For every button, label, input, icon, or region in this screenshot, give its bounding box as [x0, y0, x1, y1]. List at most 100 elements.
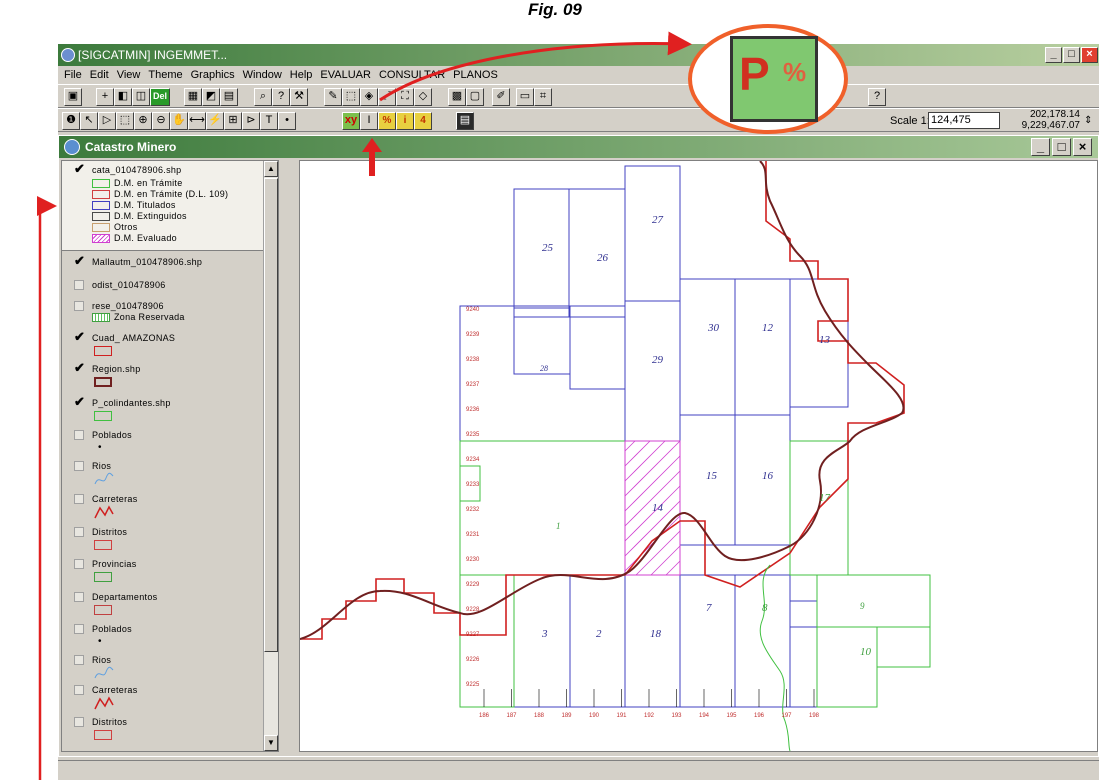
theme-carreteras-2[interactable]: Carreteras — [62, 685, 264, 715]
theme-poblados[interactable]: Poblados • — [62, 430, 264, 458]
zoom-active-icon[interactable]: ⛶ — [396, 88, 414, 106]
xy-icon[interactable]: xy — [342, 112, 360, 130]
frame-icon[interactable]: ▢ — [466, 88, 484, 106]
layout-icon[interactable]: ▩ — [448, 88, 466, 106]
zoom-full-icon[interactable]: ⤢ — [378, 88, 396, 106]
theme-region[interactable]: ✔ Region.shp — [62, 361, 264, 392]
menu-window[interactable]: Window — [239, 66, 286, 84]
theme-provincias[interactable]: Provincias — [62, 559, 264, 587]
pan-icon[interactable]: ✋ — [170, 112, 188, 130]
edit-legend-icon[interactable]: ◫ — [132, 88, 150, 106]
pencil-icon[interactable]: ✐ — [492, 88, 510, 106]
theme-rese[interactable]: rese_010478906 Zona Reservada — [62, 301, 264, 329]
checkbox-unchecked-icon[interactable] — [74, 655, 84, 665]
toc-scrollbar[interactable]: ▲ ▼ — [263, 161, 278, 751]
theme-rios[interactable]: Rios — [62, 461, 264, 491]
theme-colindantes[interactable]: ✔ P_colindantes.shp — [62, 395, 264, 426]
report-icon[interactable]: i — [396, 112, 414, 130]
menu-file[interactable]: File — [58, 66, 86, 84]
checkbox-unchecked-icon[interactable] — [74, 624, 84, 634]
checkbox-unchecked-icon[interactable] — [74, 527, 84, 537]
checkbox-unchecked-icon[interactable] — [74, 494, 84, 504]
checkbox-unchecked-icon[interactable] — [74, 301, 84, 311]
theme-mallautm[interactable]: ✔ Mallautm_010478906.shp — [62, 254, 264, 277]
theme-odist[interactable]: odist_010478906 — [62, 280, 264, 296]
menu-evaluar[interactable]: EVALUAR — [316, 66, 375, 84]
scale-input[interactable]: 124,475 — [928, 112, 1000, 129]
menu-view[interactable]: View — [113, 66, 145, 84]
theme-cuad[interactable]: ✔ Cuad_ AMAZONAS — [62, 330, 264, 361]
scroll-up-icon[interactable]: ▲ — [264, 161, 278, 177]
hotlink-icon[interactable]: ⚡ — [206, 112, 224, 130]
help-icon[interactable]: ? — [868, 88, 886, 106]
delete-button[interactable]: Del — [150, 88, 170, 106]
theme-rios-2[interactable]: Rios — [62, 655, 264, 685]
close-button[interactable]: × — [1081, 47, 1098, 63]
pointer-icon[interactable]: ↖ — [80, 112, 98, 130]
info-tool-icon[interactable]: I — [360, 112, 378, 130]
vertex-edit-icon[interactable]: ▷ — [98, 112, 116, 130]
view-close-button[interactable]: × — [1073, 138, 1092, 156]
draw-point-icon[interactable]: • — [278, 112, 296, 130]
checkbox-checked-icon[interactable]: ✔ — [74, 330, 85, 343]
checkbox-unchecked-icon[interactable] — [74, 592, 84, 602]
zoom-out-icon[interactable]: ⊖ — [152, 112, 170, 130]
edit-features-icon[interactable]: ⬚ — [342, 88, 360, 106]
checkbox-unchecked-icon[interactable] — [74, 280, 84, 290]
find-icon[interactable]: ⌕ — [254, 88, 272, 106]
theme-departamentos[interactable]: Departamentos — [62, 592, 264, 620]
menu-help[interactable]: Help — [286, 66, 317, 84]
checkbox-unchecked-icon[interactable] — [74, 685, 84, 695]
map-canvas[interactable]: 25 26 27 30 12 13 28 29 15 16 17 14 1 3 — [299, 160, 1098, 752]
table-icon[interactable]: ▦ — [184, 88, 202, 106]
checkbox-unchecked-icon[interactable] — [74, 559, 84, 569]
hammer-icon[interactable]: ⚒ — [290, 88, 308, 106]
map-label-16: 16 — [762, 470, 774, 482]
menu-graphics[interactable]: Graphics — [187, 66, 239, 84]
checkbox-unchecked-icon[interactable] — [74, 717, 84, 727]
theme-props-icon[interactable]: ◧ — [114, 88, 132, 106]
identify-icon[interactable]: ❶ — [62, 112, 80, 130]
text-tool-icon[interactable]: T — [260, 112, 278, 130]
easting-tick-label: 198 — [809, 713, 820, 719]
calc-icon[interactable]: ▤ — [220, 88, 238, 106]
theme-distritos-2[interactable]: Distritos — [62, 717, 264, 745]
query-builder-icon[interactable]: ◩ — [202, 88, 220, 106]
theme-distritos[interactable]: Distritos — [62, 527, 264, 555]
checkbox-checked-icon[interactable]: ✔ — [74, 361, 85, 374]
checkbox-unchecked-icon[interactable] — [74, 461, 84, 471]
view-maximize-button[interactable]: □ — [1052, 138, 1071, 156]
theme-poblados-2[interactable]: Poblados • — [62, 624, 264, 652]
theme-carreteras[interactable]: Carreteras — [62, 494, 264, 524]
checkbox-checked-icon[interactable]: ✔ — [74, 254, 85, 267]
document-icon[interactable]: ▤ — [456, 112, 474, 130]
checkbox-unchecked-icon[interactable] — [74, 430, 84, 440]
open-folder-icon[interactable]: ▭ — [516, 88, 534, 106]
select-all-icon[interactable]: ✎ — [324, 88, 342, 106]
zoom-in-icon[interactable]: ⊕ — [134, 112, 152, 130]
evaluation-icon[interactable]: % — [378, 112, 396, 130]
save-icon[interactable]: ▣ — [64, 88, 82, 106]
pan-extent-icon[interactable]: ◈ — [360, 88, 378, 106]
locate-icon[interactable]: ? — [272, 88, 290, 106]
menu-theme[interactable]: Theme — [144, 66, 186, 84]
maximize-button[interactable]: □ — [1063, 47, 1080, 63]
count-icon[interactable]: 4 — [414, 112, 432, 130]
theme-cata[interactable]: ✔ cata_010478906.shp D.M. en Trámite D.M… — [62, 161, 264, 251]
area-of-interest-icon[interactable]: ⊞ — [224, 112, 242, 130]
add-theme-icon[interactable]: + — [96, 88, 114, 106]
minimize-button[interactable]: _ — [1045, 47, 1062, 63]
view-minimize-button[interactable]: _ — [1031, 138, 1050, 156]
checkbox-checked-icon[interactable]: ✔ — [74, 162, 85, 175]
checkbox-checked-icon[interactable]: ✔ — [74, 395, 85, 408]
menu-planos[interactable]: PLANOS — [449, 66, 502, 84]
menu-consultar[interactable]: CONSULTAR — [375, 66, 449, 84]
menu-edit[interactable]: Edit — [86, 66, 113, 84]
zoom-selected-icon[interactable]: ◇ — [414, 88, 432, 106]
extent-icon[interactable]: ⌗ — [534, 88, 552, 106]
scroll-thumb[interactable] — [264, 178, 278, 652]
select-feature-icon[interactable]: ⬚ — [116, 112, 134, 130]
scroll-down-icon[interactable]: ▼ — [264, 735, 278, 751]
measure-icon[interactable]: ⟷ — [188, 112, 206, 130]
label-icon[interactable]: ⊳ — [242, 112, 260, 130]
